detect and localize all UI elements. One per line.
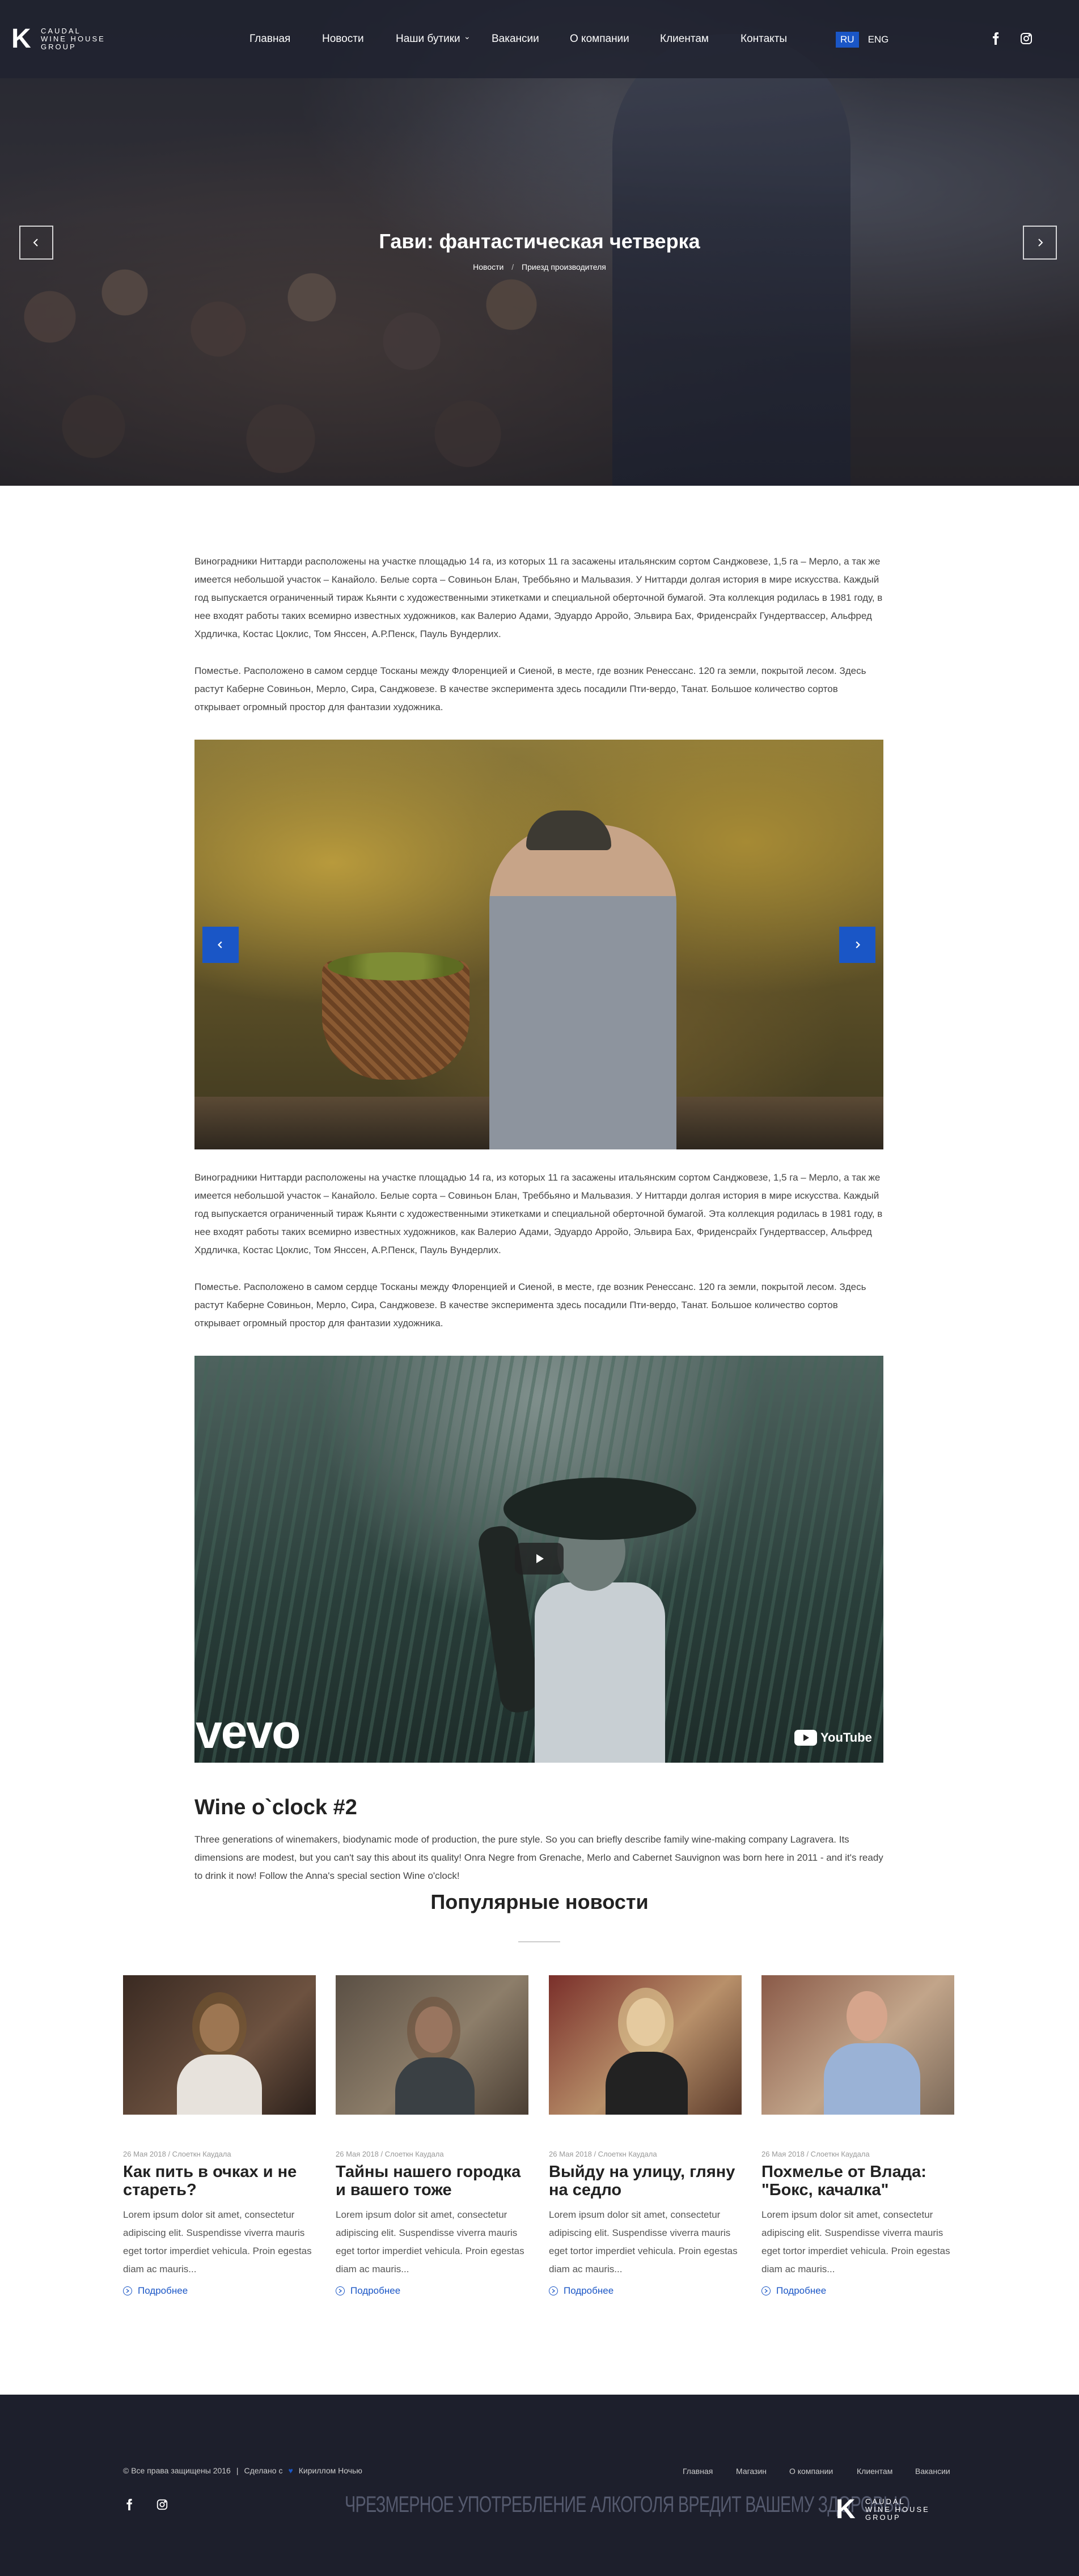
section-title: Wine o`clock #2 (194, 1796, 357, 1819)
copyright: © Все права защищены 2016 | Сделано с ♥ … (123, 2466, 362, 2475)
breadcrumb: Новости / Приезд производителя (473, 262, 606, 271)
nav-item-vacancies[interactable]: Вакансии (492, 33, 539, 45)
news-card-image[interactable] (123, 1975, 316, 2115)
language-switcher: RU ENG (836, 32, 888, 48)
news-card-excerpt: Lorem ipsum dolor sit amet, consectetur … (123, 2209, 312, 2274)
news-card-image[interactable] (549, 1975, 742, 2115)
footer-social (123, 2498, 168, 2514)
news-card-title[interactable]: Тайны нашего городка и вашего тоже (336, 2163, 528, 2199)
logo-wordmark: CAUDAL WINE HOUSE GROUP (865, 2497, 930, 2522)
header-social (989, 32, 1033, 48)
nav-item-about[interactable]: О компании (570, 33, 629, 45)
footer-logo[interactable]: K CAUDAL WINE HOUSE GROUP (836, 2494, 930, 2524)
image-gallery (194, 740, 883, 1149)
news-card-excerpt: Lorem ipsum dolor sit amet, consectetur … (336, 2209, 524, 2274)
news-card-title[interactable]: Похмелье от Влада: "Бокс, качалка" (761, 2163, 954, 2199)
news-card[interactable]: 26 Мая 2018 / Слоеткн Каудала Похмелье о… (761, 1975, 954, 2297)
news-card[interactable]: 26 Мая 2018 / Слоеткн Каудала Как пить в… (123, 1975, 316, 2297)
news-card[interactable]: 26 Мая 2018 / Слоеткн Каудала Тайны наше… (336, 1975, 528, 2297)
popular-news-title: Популярные новости (430, 1890, 649, 1913)
footer-link-shop[interactable]: Магазин (736, 2467, 767, 2476)
facebook-icon[interactable] (123, 2498, 136, 2514)
news-card-excerpt: Lorem ipsum dolor sit amet, consectetur … (761, 2209, 950, 2274)
breadcrumb-news[interactable]: Новости (473, 262, 503, 271)
gallery-prev-button[interactable] (202, 927, 239, 963)
gallery-next-button[interactable] (839, 927, 875, 963)
logo-mark: K (836, 2494, 856, 2524)
video-player[interactable]: vevo YouTube (194, 1356, 883, 1763)
arrow-right-icon (123, 2286, 132, 2295)
heart-icon: ♥ (288, 2466, 293, 2475)
nav-item-contacts[interactable]: Контакты (741, 33, 787, 45)
vevo-logo: vevo (196, 1705, 301, 1758)
site-logo[interactable]: K CAUDAL WINE HOUSE GROUP (11, 24, 105, 54)
footer-link-vacancies[interactable]: Вакансии (915, 2467, 950, 2476)
read-more-link[interactable]: Подробнее (761, 2285, 954, 2297)
youtube-icon (794, 1730, 817, 1746)
news-card[interactable]: 26 Мая 2018 / Слоеткн Каудала Выйду на у… (549, 1975, 742, 2297)
youtube-logo[interactable]: YouTube (794, 1730, 872, 1746)
article-paragraph: Поместье. Расположено в самом сердце Тос… (194, 1281, 866, 1329)
site-footer: © Все права защищены 2016 | Сделано с ♥ … (0, 2395, 1079, 2576)
logo-wordmark: CAUDAL WINE HOUSE GROUP (41, 27, 105, 51)
arrow-right-icon (549, 2286, 558, 2295)
chevron-right-icon (856, 941, 861, 949)
article-paragraph: Виноградники Ниттарди расположены на уча… (194, 556, 883, 639)
chevron-left-icon (217, 941, 222, 949)
instagram-icon[interactable] (1019, 32, 1033, 48)
nav-item-news[interactable]: Новости (322, 33, 364, 45)
divider (518, 1941, 560, 1942)
news-card-meta: 26 Мая 2018 / Слоеткн Каудала (761, 2150, 870, 2158)
instagram-icon[interactable] (156, 2498, 168, 2514)
arrow-right-icon (761, 2286, 771, 2295)
play-icon (536, 1554, 544, 1563)
site-header: K CAUDAL WINE HOUSE GROUP Главная Новост… (0, 0, 1079, 78)
lang-eng[interactable]: ENG (868, 34, 889, 45)
logo-mark: K (11, 24, 31, 54)
news-card-title[interactable]: Выйду на улицу, гляну на седло (549, 2163, 742, 2199)
footer-link-home[interactable]: Главная (683, 2467, 713, 2476)
news-card-image[interactable] (336, 1975, 528, 2115)
facebook-icon[interactable] (989, 32, 1002, 48)
footer-link-clients[interactable]: Клиентам (857, 2467, 892, 2476)
page-title: Гави: фантастическая четверка (379, 230, 700, 253)
nav-item-home[interactable]: Главная (249, 33, 290, 45)
read-more-link[interactable]: Подробнее (549, 2285, 742, 2297)
news-card-excerpt: Lorem ipsum dolor sit amet, consectetur … (549, 2209, 738, 2274)
nav-item-boutiques[interactable]: Наши бутики (396, 33, 460, 45)
arrow-right-icon (336, 2286, 345, 2295)
article-paragraph: Поместье. Расположено в самом сердце Тос… (194, 665, 866, 712)
health-warning: ЧРЕЗМЕРНОЕ УПОТРЕБЛЕНИЕ АЛКОГОЛЯ ВРЕДИТ … (345, 2492, 910, 2517)
chevron-down-icon[interactable]: ⌄ (464, 32, 471, 41)
play-button[interactable] (515, 1543, 564, 1575)
gallery-photo-farmer (489, 825, 676, 1149)
read-more-link[interactable]: Подробнее (123, 2285, 316, 2297)
nav-item-clients[interactable]: Клиентам (660, 33, 709, 45)
hero-banner: K CAUDAL WINE HOUSE GROUP Главная Новост… (0, 0, 1079, 486)
section-text: Three generations of winemakers, biodyna… (194, 1834, 883, 1881)
news-card-meta: 26 Мая 2018 / Слоеткн Каудала (123, 2150, 231, 2158)
read-more-link[interactable]: Подробнее (336, 2285, 528, 2297)
article-paragraph: Виноградники Ниттарди расположены на уча… (194, 1172, 883, 1255)
news-card-meta: 26 Мая 2018 / Слоеткн Каудала (549, 2150, 657, 2158)
news-card-image[interactable] (761, 1975, 954, 2115)
breadcrumb-current: Приезд производителя (522, 262, 606, 271)
footer-link-about[interactable]: О компании (789, 2467, 833, 2476)
news-card-title[interactable]: Как пить в очках и не стареть? (123, 2163, 316, 2199)
author-link[interactable]: Кириллом Ночью (299, 2466, 362, 2475)
news-card-meta: 26 Мая 2018 / Слоеткн Каудала (336, 2150, 444, 2158)
lang-ru[interactable]: RU (836, 32, 859, 48)
